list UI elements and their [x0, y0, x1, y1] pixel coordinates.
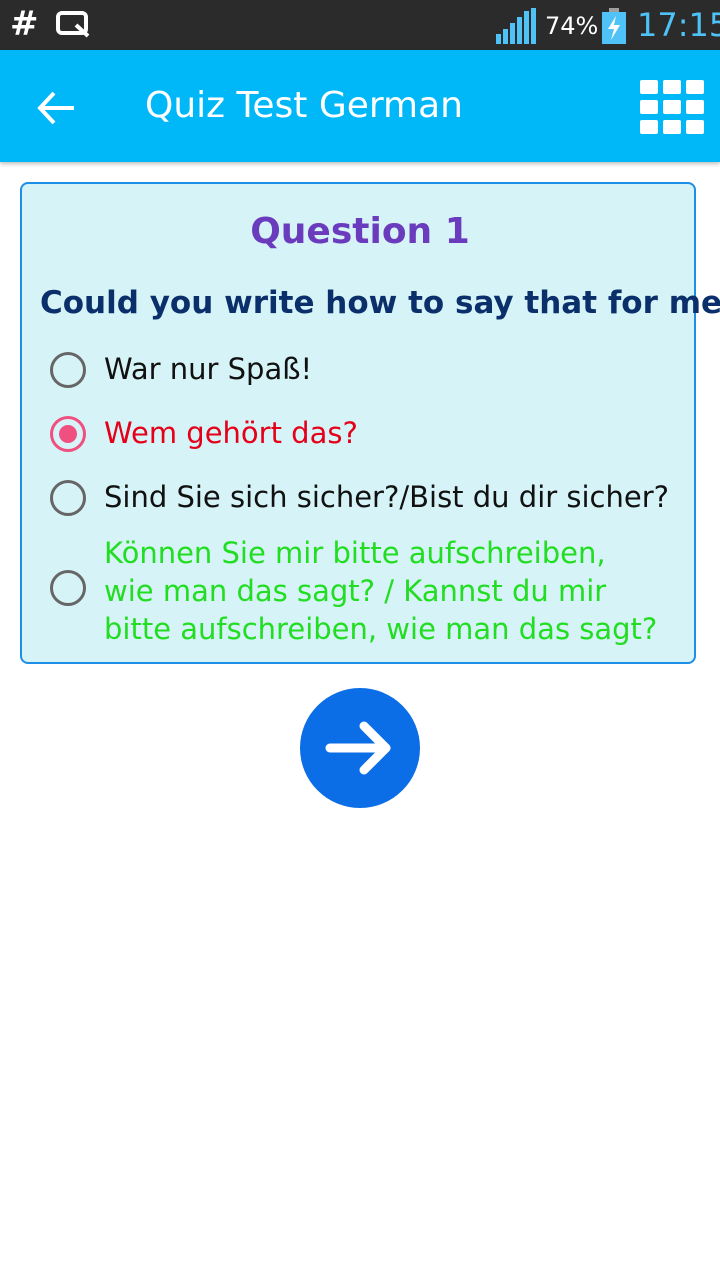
battery-charging-icon [602, 8, 626, 44]
answer-option-3[interactable]: Sind Sie sich sicher?/Bist du dir sicher… [50, 478, 690, 518]
quiz-card: Question 1 Could you write how to say th… [20, 182, 720, 664]
arrow-right-icon [325, 721, 391, 775]
signal-icon [496, 8, 536, 44]
radio-button-3[interactable] [50, 480, 86, 516]
question-text: Could you write how to say that for me? [40, 285, 720, 321]
hash-status-icon: # [10, 4, 39, 44]
answer-option-2[interactable]: Wem gehört das? [50, 414, 690, 454]
battery-percent: 74% [545, 12, 599, 40]
answer-option-1[interactable]: War nur Spaß! [50, 350, 690, 390]
radio-button-4[interactable] [50, 570, 86, 606]
back-button[interactable] [32, 86, 80, 130]
clock-time: 17:15 [637, 6, 720, 44]
grid-menu-button[interactable] [640, 80, 704, 134]
next-question-button[interactable] [300, 688, 420, 808]
answer-option-label-1: War nur Spaß! [104, 352, 313, 386]
back-arrow-icon [37, 91, 74, 125]
app-bar: Quiz Test German [0, 50, 720, 162]
status-bar: # 74% 17:15 [0, 0, 720, 50]
answer-option-label-4: Können Sie mir bitte aufschreiben, wie m… [104, 536, 658, 646]
radio-button-2-selected[interactable] [50, 416, 86, 452]
answer-option-4[interactable]: Können Sie mir bitte aufschreiben, wie m… [50, 534, 690, 650]
answer-option-label-3: Sind Sie sich sicher?/Bist du dir sicher… [104, 480, 670, 514]
screen-cast-icon [56, 11, 90, 38]
page-title: Quiz Test German [145, 85, 463, 126]
grid-menu-icon [640, 80, 704, 134]
answer-option-label-2: Wem gehört das? [104, 416, 358, 450]
question-title: Question 1 [250, 211, 470, 252]
radio-button-1[interactable] [50, 352, 86, 388]
